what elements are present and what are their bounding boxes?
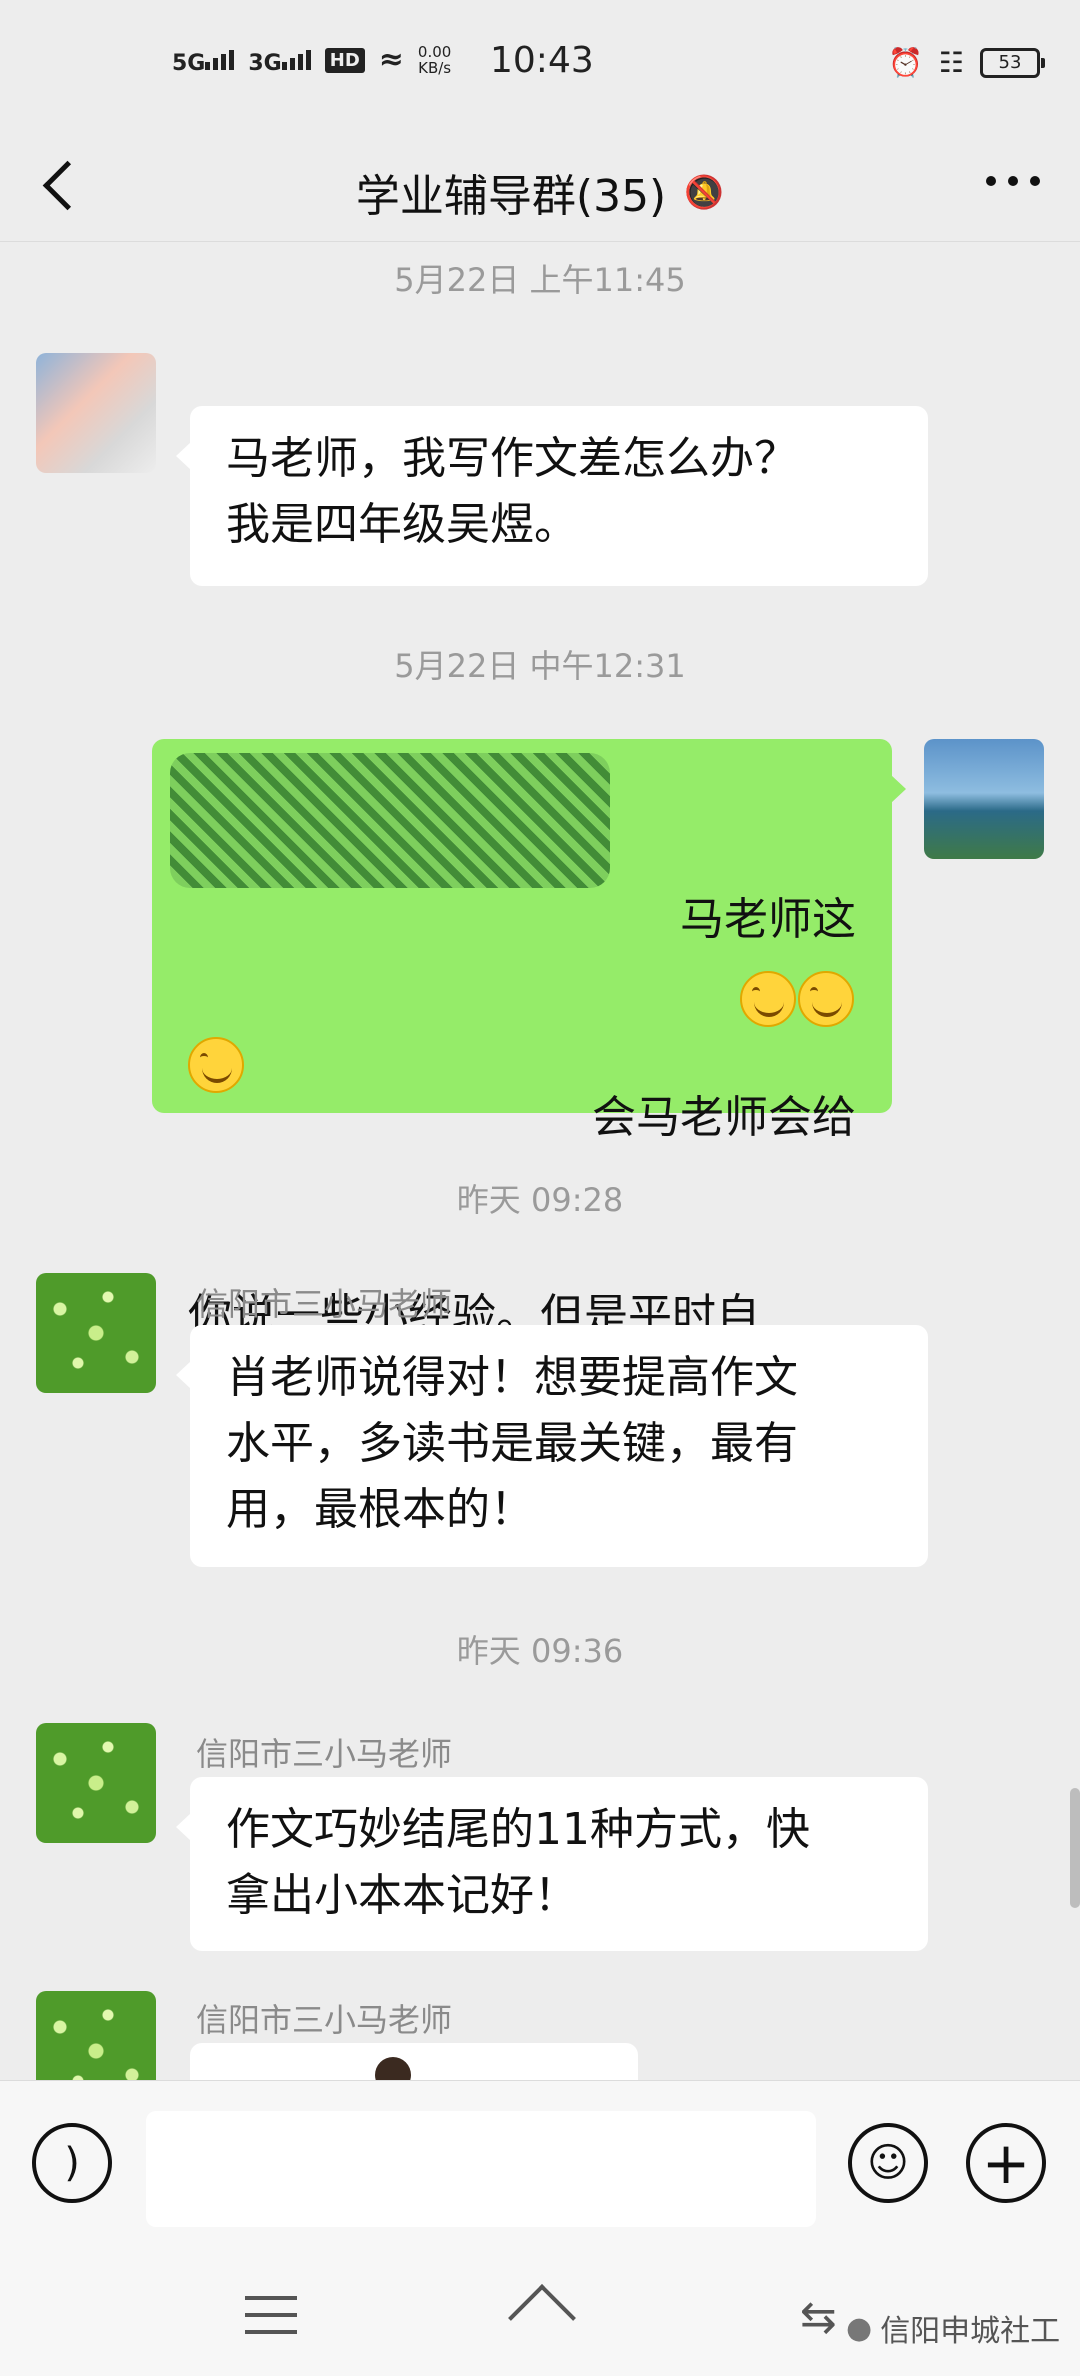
signal-bars-icon (205, 44, 235, 70)
chat-title: 学业辅导群(35) (355, 171, 667, 222)
signal-bars-icon (281, 44, 311, 70)
more-dots-icon[interactable] (986, 176, 1040, 186)
chat-title-area: 学业辅导群(35) 🔕 (0, 160, 1080, 224)
timestamp: 昨天 09:28 (456, 1181, 624, 1219)
input-bar: ) ☺ + (0, 2080, 1080, 2246)
message-bubble[interactable]: 肖老师说得对！想要提高作文 水平，多读书是最关键，最有 用，最根本的！ (176, 1325, 928, 1567)
signal-5g: 5G (172, 44, 235, 76)
avatar[interactable] (36, 1991, 156, 2080)
message-bubble[interactable]: 马老师，我写作文差怎么办？ 我是四年级吴煜。 (176, 406, 928, 586)
message-list[interactable]: 5月22日 上午11:45 马老师，我写作文差怎么办？ 我是四年级吴煜。 5月2… (0, 243, 1080, 2080)
system-nav-bar: ⇆ ● 信阳申城社工 (0, 2246, 1080, 2376)
message-bubble[interactable]: 作文巧妙结尾的11种方式，快 拿出小本本记好！ (176, 1777, 928, 1951)
status-left: 5G 3G HD ≈ 0.00 KB/s (172, 44, 451, 76)
avatar[interactable] (36, 1273, 156, 1393)
voice-icon[interactable]: ) (32, 2123, 112, 2203)
sender-name: 信阳市三小马老师 (196, 2001, 453, 2039)
bell-off-icon: 🔕 (684, 173, 725, 211)
card-thumbnail (375, 2057, 411, 2080)
emoji-icon[interactable]: ☺ (848, 2123, 928, 2203)
sender-name: 信阳市三小马老师 (196, 1735, 453, 1773)
vibrate-icon: ☷ (938, 46, 964, 79)
avatar-self[interactable] (924, 739, 1044, 859)
clock: 10:43 (490, 40, 594, 81)
plus-icon[interactable]: + (966, 2123, 1046, 2203)
timestamp: 5月22日 中午12:31 (394, 647, 686, 685)
watermark: ● 信阳申城社工 (846, 2310, 1061, 2350)
network-speed: 0.00 KB/s (417, 43, 452, 77)
message-line: 马老师这 (680, 894, 856, 945)
wifi-icon: ≈ (378, 42, 404, 77)
battery-icon: 53 (980, 47, 1045, 78)
home-icon[interactable] (506, 2286, 576, 2336)
signal-3g: 3G (248, 44, 311, 76)
chat-header: 学业辅导群(35) 🔕 (0, 130, 1080, 242)
timestamp: 5月22日 上午11:45 (394, 261, 686, 299)
menu-icon[interactable] (245, 2296, 297, 2347)
message-line: 会马老师会给 (592, 1092, 856, 1143)
alarm-icon: ⏰ (888, 46, 923, 79)
link-card[interactable] (190, 2043, 638, 2080)
avatar[interactable] (36, 353, 156, 473)
sender-name: 信阳市三小马老师 (196, 1285, 453, 1323)
smile-emoji (798, 971, 854, 1027)
avatar[interactable] (36, 1723, 156, 1843)
hd-badge: HD (324, 47, 365, 73)
scrollbar[interactable] (1070, 1788, 1080, 1908)
wechat-icon: ● (846, 2310, 873, 2346)
smile-emoji (188, 1037, 244, 1093)
smile-emoji (740, 971, 796, 1027)
status-right: ⏰ ☷ 53 (888, 46, 1045, 79)
redaction-mosaic (170, 753, 610, 888)
return-icon[interactable]: ⇆ (800, 2292, 837, 2343)
timestamp: 昨天 09:36 (456, 1632, 624, 1670)
status-bar: 5G 3G HD ≈ 0.00 KB/s 10:43 ⏰ ☷ 53 (0, 0, 1080, 130)
message-input[interactable] (146, 2111, 816, 2227)
